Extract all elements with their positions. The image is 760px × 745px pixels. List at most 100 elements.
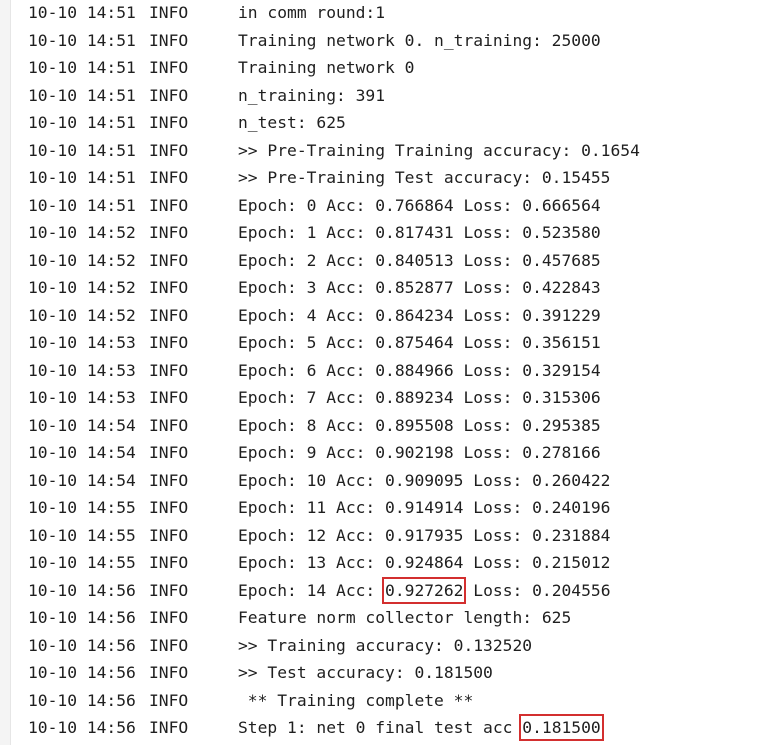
log-level: INFO bbox=[149, 608, 189, 627]
log-line: 10-10 14:55 INFO Epoch: 12 Acc: 0.917935 L… bbox=[28, 523, 760, 551]
log-level: INFO bbox=[149, 30, 189, 50]
highlighted-value: 0.927262 bbox=[382, 576, 467, 604]
log-line: 10-10 14:51 INFO Training network 0. n_tra… bbox=[28, 28, 760, 56]
log-message: Feature norm collector length: 625 bbox=[238, 608, 572, 627]
log-level: INFO bbox=[149, 223, 189, 242]
log-line: 10-10 14:51 INFO >> Pre-Training Training … bbox=[28, 138, 760, 166]
log-line: 10-10 14:52 INFO Epoch: 3 Acc: 0.852877 Lo… bbox=[28, 275, 760, 303]
log-line: 10-10 14:56 INFO >> Training accuracy: 0.1… bbox=[28, 633, 760, 661]
log-line: 10-10 14:51 INFO in comm round:1 bbox=[28, 0, 760, 28]
log-message: in comm round:1 bbox=[238, 3, 386, 22]
log-message: Epoch: 6 Acc: 0.884966 Loss: 0.329154 bbox=[238, 360, 601, 380]
log-timestamp: 10-10 14:51 bbox=[28, 168, 136, 187]
log-message: Epoch: 2 Acc: 0.840513 Loss: 0.457685 bbox=[238, 250, 601, 270]
highlighted-value: 0.181500 bbox=[519, 714, 605, 741]
log-level: INFO bbox=[149, 498, 189, 517]
log-level: INFO bbox=[149, 85, 189, 105]
log-line: 10-10 14:51 INFO Training network 0 bbox=[28, 55, 760, 83]
log-timestamp: 10-10 14:55 bbox=[28, 553, 136, 572]
log-line: 10-10 14:53 INFO Epoch: 5 Acc: 0.875464 Lo… bbox=[28, 330, 760, 358]
log-timestamp: 10-10 14:55 bbox=[28, 525, 136, 545]
log-line: 10-10 14:55 INFO Epoch: 11 Acc: 0.914914 L… bbox=[28, 495, 760, 523]
log-line: 10-10 14:55 INFO Epoch: 13 Acc: 0.924864 L… bbox=[28, 550, 760, 578]
log-level: INFO bbox=[149, 443, 189, 462]
log-level: INFO bbox=[149, 168, 189, 187]
log-timestamp: 10-10 14:56 bbox=[28, 635, 136, 655]
log-message: Epoch: 5 Acc: 0.875464 Loss: 0.356151 bbox=[238, 333, 601, 352]
log-timestamp: 10-10 14:56 bbox=[28, 718, 136, 737]
log-timestamp: 10-10 14:54 bbox=[28, 415, 136, 435]
log-level: INFO bbox=[149, 470, 189, 490]
console-output[interactable]: 10-10 14:51 INFO in comm round:1 10-10 14:5… bbox=[0, 0, 760, 745]
log-message: ** Training complete ** bbox=[238, 690, 474, 710]
log-timestamp: 10-10 14:53 bbox=[28, 388, 136, 407]
log-message: >> Test accuracy: 0.181500 bbox=[238, 663, 493, 682]
log-message: Training network 0. n_training: 25000 bbox=[238, 30, 601, 50]
log-level: INFO bbox=[149, 718, 189, 737]
log-message: Epoch: 9 Acc: 0.902198 Loss: 0.278166 bbox=[238, 443, 601, 462]
log-timestamp: 10-10 14:55 bbox=[28, 498, 136, 517]
log-timestamp: 10-10 14:51 bbox=[28, 113, 136, 132]
log-timestamp: 10-10 14:54 bbox=[28, 443, 136, 462]
log-line: 10-10 14:54 INFO Epoch: 10 Acc: 0.909095 L… bbox=[28, 468, 760, 496]
log-timestamp: 10-10 14:56 bbox=[28, 663, 136, 682]
log-line: 10-10 14:52 INFO Epoch: 1 Acc: 0.817431 Lo… bbox=[28, 220, 760, 248]
log-timestamp: 10-10 14:52 bbox=[28, 278, 136, 297]
log-timestamp: 10-10 14:51 bbox=[28, 85, 136, 105]
log-timestamp: 10-10 14:56 bbox=[28, 690, 136, 710]
log-message: Epoch: 7 Acc: 0.889234 Loss: 0.315306 bbox=[238, 388, 601, 407]
log-level: INFO bbox=[149, 113, 189, 132]
log-message: Epoch: 10 Acc: 0.909095 Loss: 0.260422 bbox=[238, 470, 611, 490]
log-level: INFO bbox=[149, 663, 189, 682]
log-timestamp: 10-10 14:52 bbox=[28, 250, 136, 270]
log-timestamp: 10-10 14:51 bbox=[28, 140, 136, 160]
log-timestamp: 10-10 14:56 bbox=[28, 580, 136, 600]
log-line: 10-10 14:53 INFO Epoch: 7 Acc: 0.889234 Lo… bbox=[28, 385, 760, 413]
log-message: Step 1: net 0 final test acc 0.181500 bbox=[238, 714, 605, 741]
log-timestamp: 10-10 14:56 bbox=[28, 608, 136, 627]
log-level: INFO bbox=[149, 525, 189, 545]
log-message: n_test: 625 bbox=[238, 113, 346, 132]
log-timestamp: 10-10 14:51 bbox=[28, 195, 136, 215]
log-message: Epoch: 12 Acc: 0.917935 Loss: 0.231884 bbox=[238, 525, 611, 545]
log-message: Epoch: 0 Acc: 0.766864 Loss: 0.666564 bbox=[238, 195, 601, 215]
log-line: 10-10 14:54 INFO Epoch: 9 Acc: 0.902198 Lo… bbox=[28, 440, 760, 468]
log-line: 10-10 14:51 INFO Epoch: 0 Acc: 0.766864 Lo… bbox=[28, 193, 760, 221]
log-message: >> Pre-Training Training accuracy: 0.165… bbox=[238, 140, 640, 160]
log-level: INFO bbox=[149, 690, 189, 710]
log-message: >> Pre-Training Test accuracy: 0.15455 bbox=[238, 168, 611, 187]
log-timestamp: 10-10 14:51 bbox=[28, 30, 136, 50]
log-level: INFO bbox=[149, 278, 189, 297]
log-level: INFO bbox=[149, 333, 189, 352]
log-timestamp: 10-10 14:54 bbox=[28, 470, 136, 490]
log-level: INFO bbox=[149, 415, 189, 435]
log-line: 10-10 14:56 INFO Epoch: 14 Acc: 0.927262 L… bbox=[28, 576, 760, 606]
log-timestamp: 10-10 14:52 bbox=[28, 223, 136, 242]
log-line: 10-10 14:56 INFO >> Test accuracy: 0.18150… bbox=[28, 660, 760, 688]
log-message: Epoch: 8 Acc: 0.895508 Loss: 0.295385 bbox=[238, 415, 601, 435]
log-message-text: Step 1: net 0 final test acc bbox=[238, 718, 513, 737]
log-message: Epoch: 11 Acc: 0.914914 Loss: 0.240196 bbox=[238, 498, 611, 517]
log-message: Epoch: 14 Acc: 0.927262 Loss: 0.204556 bbox=[238, 576, 611, 604]
log-timestamp: 10-10 14:53 bbox=[28, 333, 136, 352]
log-level: INFO bbox=[149, 305, 189, 325]
log-level: INFO bbox=[149, 140, 189, 160]
editor-gutter bbox=[0, 0, 11, 745]
log-message-text: Loss: 0.204556 bbox=[473, 580, 611, 600]
log-level: INFO bbox=[149, 58, 189, 77]
log-level: INFO bbox=[149, 553, 189, 572]
log-message: Training network 0 bbox=[238, 58, 415, 77]
log-level: INFO bbox=[149, 3, 189, 22]
log-line: 10-10 14:56 INFO Step 1: net 0 final test … bbox=[28, 714, 760, 743]
log-message-text: Epoch: 14 Acc: bbox=[238, 580, 376, 600]
log-message: Epoch: 13 Acc: 0.924864 Loss: 0.215012 bbox=[238, 553, 611, 572]
log-line: 10-10 14:51 INFO >> Pre-Training Test accu… bbox=[28, 165, 760, 193]
log-line: 10-10 14:53 INFO Epoch: 6 Acc: 0.884966 Lo… bbox=[28, 358, 760, 386]
log-timestamp: 10-10 14:51 bbox=[28, 58, 136, 77]
log-line: 10-10 14:54 INFO Epoch: 8 Acc: 0.895508 Lo… bbox=[28, 413, 760, 441]
log-message: Epoch: 4 Acc: 0.864234 Loss: 0.391229 bbox=[238, 305, 601, 325]
log-timestamp: 10-10 14:53 bbox=[28, 360, 136, 380]
log-line: 10-10 14:52 INFO Epoch: 2 Acc: 0.840513 Lo… bbox=[28, 248, 760, 276]
log-line: 10-10 14:56 INFO ** Training complete ** bbox=[28, 688, 760, 716]
log-message: Epoch: 3 Acc: 0.852877 Loss: 0.422843 bbox=[238, 278, 601, 297]
